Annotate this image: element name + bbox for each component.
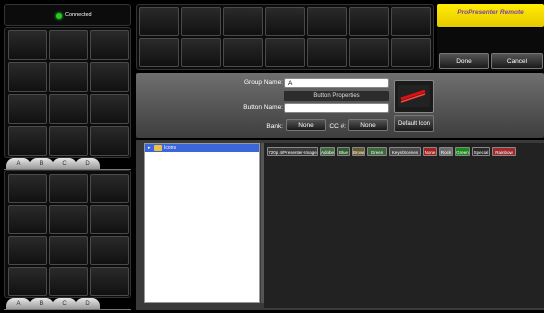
bottom-bank-pad[interactable]	[49, 174, 88, 203]
main-grid-pad[interactable]	[307, 7, 347, 36]
top-bank-tabs: A B C D	[4, 158, 131, 170]
expand-arrow-icon: ▸	[148, 145, 151, 151]
top-bank-pad[interactable]	[49, 126, 88, 156]
top-bank-pad[interactable]	[49, 30, 88, 60]
top-bank-pad[interactable]	[90, 126, 129, 156]
top-bank-pad[interactable]	[8, 94, 47, 124]
bank-label: Bank:	[266, 123, 283, 130]
button-name-field[interactable]	[284, 103, 389, 113]
bottom-bank-pad[interactable]	[8, 174, 47, 203]
cc-select[interactable]: None	[348, 119, 388, 131]
tab-bank-b[interactable]: B	[29, 158, 54, 169]
main-grid-pad[interactable]	[223, 7, 263, 36]
top-bank-pad[interactable]	[49, 94, 88, 124]
main-grid-pad[interactable]	[391, 7, 431, 36]
group-name-label: Group Name:	[243, 79, 283, 86]
icon-set-chip[interactable]: Special	[472, 147, 490, 156]
app-logo-text: ProPresenter Remote	[457, 9, 524, 16]
bottom-bank-pad[interactable]	[90, 236, 129, 265]
bottom-bank-pad[interactable]	[90, 267, 129, 296]
tab-bank-c-bottom[interactable]: C	[52, 298, 77, 309]
main-grid-pad[interactable]	[181, 38, 221, 67]
tab-bank-a-bottom[interactable]: A	[6, 298, 31, 309]
button-properties-header: Button Properties	[284, 91, 389, 101]
icon-folder-tree[interactable]	[144, 143, 260, 303]
tab-bank-d-bottom[interactable]: D	[75, 298, 100, 309]
icon-set-chip[interactable]: Brown	[352, 147, 365, 156]
icon-set-chip[interactable]: None	[423, 147, 437, 156]
main-grid-pad[interactable]	[265, 7, 305, 36]
top-bank-pad[interactable]	[90, 94, 129, 124]
main-grid-pad[interactable]	[223, 38, 263, 67]
group-name-field[interactable]: A	[284, 78, 389, 88]
top-bank-pad[interactable]	[8, 62, 47, 92]
icon-set-chip[interactable]: Rainbow	[492, 147, 516, 156]
main-grid-pad[interactable]	[349, 7, 389, 36]
icon-set-chip[interactable]: Rock	[439, 147, 453, 156]
icon-set-chip[interactable]: Green	[455, 147, 470, 156]
cancel-button[interactable]: Cancel	[491, 53, 543, 69]
tree-item-label: Icons	[164, 145, 176, 151]
status-text: Connected	[65, 12, 92, 18]
tab-bank-c[interactable]: C	[52, 158, 77, 169]
bottom-bank-pad[interactable]	[49, 236, 88, 265]
icon-set-chip[interactable]: Blue	[337, 147, 350, 156]
button-name-label: Button Name:	[243, 104, 283, 111]
bottom-bank-pad[interactable]	[8, 205, 47, 234]
top-bank-pad[interactable]	[90, 30, 129, 60]
main-grid-pad[interactable]	[181, 7, 221, 36]
tree-item-icons[interactable]: ▸ Icons	[145, 144, 259, 152]
top-bank-pad[interactable]	[8, 126, 47, 156]
status-bar: Connected	[4, 4, 131, 26]
tab-bank-d[interactable]: D	[75, 158, 100, 169]
bottom-bank-tabs: A B C D	[4, 298, 131, 310]
icon-set-chip[interactable]: Adobe	[320, 147, 335, 156]
icon-set-chip[interactable]: Keys/Scenes	[389, 147, 421, 156]
main-grid-pad[interactable]	[307, 38, 347, 67]
bottom-bank-pad[interactable]	[49, 205, 88, 234]
bottom-bank-pad[interactable]	[49, 267, 88, 296]
bottom-bank-pad[interactable]	[8, 267, 47, 296]
bottom-bank-pad[interactable]	[90, 174, 129, 203]
tab-bank-b-bottom[interactable]: B	[29, 298, 54, 309]
bottom-bank-pad[interactable]	[90, 205, 129, 234]
icon-thumbnail-area	[264, 143, 544, 308]
main-grid-pad[interactable]	[139, 38, 179, 67]
top-bank-pad[interactable]	[8, 30, 47, 60]
icon-set-chip[interactable]: 720p 4/Presenter-Image	[267, 147, 318, 156]
done-button[interactable]: Done	[439, 53, 489, 69]
icon-set-chip[interactable]: Green	[367, 147, 387, 156]
app-logo: ProPresenter Remote	[437, 4, 544, 27]
main-grid-pad[interactable]	[349, 38, 389, 67]
tab-bank-a[interactable]: A	[6, 158, 31, 169]
bank-select[interactable]: None	[286, 119, 326, 131]
icon-preview	[394, 80, 434, 113]
top-bank-pad[interactable]	[90, 62, 129, 92]
main-grid-pad[interactable]	[391, 38, 431, 67]
top-bank-pad[interactable]	[49, 62, 88, 92]
cc-label: CC #:	[329, 123, 346, 130]
preview-icon	[398, 85, 430, 107]
bottom-bank-pad[interactable]	[8, 236, 47, 265]
status-indicator-icon	[56, 13, 62, 19]
main-grid-pad[interactable]	[265, 38, 305, 67]
folder-icon	[154, 145, 162, 151]
default-icon-button[interactable]: Default Icon	[394, 115, 434, 132]
main-grid-pad[interactable]	[139, 7, 179, 36]
